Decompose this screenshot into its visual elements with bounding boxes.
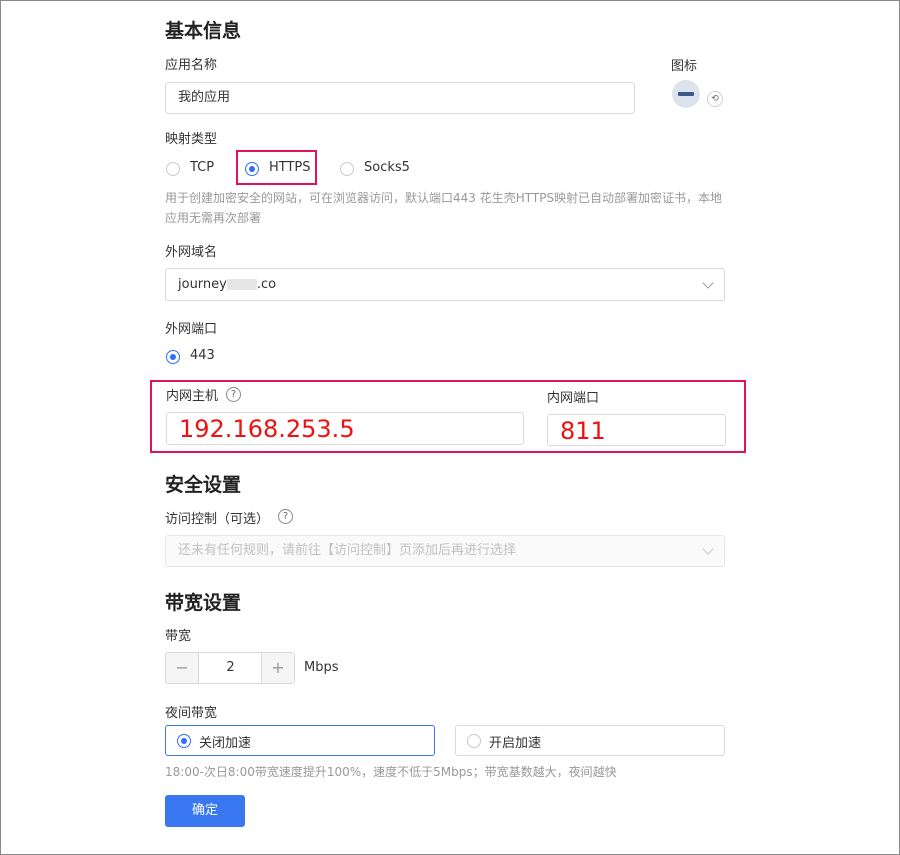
internal-host-label: 内网主机 [166, 389, 219, 404]
radio-socks5[interactable] [340, 162, 354, 176]
bandwidth-value-input[interactable]: 2 [199, 653, 262, 683]
mapping-type-label: 映射类型 [165, 132, 218, 147]
form-panel: 基本信息 应用名称 我的应用 图标 ⟲ 映射类型 TCP HTTPS Socks… [0, 0, 900, 855]
app-name-value: 我的应用 [178, 90, 231, 105]
help-icon[interactable]: ? [226, 387, 241, 402]
radio-night-on [467, 734, 481, 748]
access-control-select[interactable]: 还未有任何规则，请前往【访问控制】页添加后再进行选择 [165, 535, 725, 567]
radio-https[interactable] [245, 162, 259, 176]
radio-tcp[interactable] [166, 162, 180, 176]
radio-night-off [177, 734, 191, 748]
internal-host-value: 192.168.253.5 [179, 415, 355, 443]
internal-port-value: 811 [560, 417, 606, 445]
night-option-on[interactable]: 开启加速 [455, 725, 725, 756]
night-help-text: 18:00-次日8:00带宽速度提升100%，速度不低于5Mbps；带宽基数越大… [165, 765, 617, 779]
change-icon-icon[interactable]: ⟲ [707, 91, 723, 107]
domain-value: journey .co [178, 277, 277, 292]
chevron-down-icon [702, 276, 714, 289]
bandwidth-unit: Mbps [304, 660, 339, 675]
help-icon[interactable]: ? [278, 509, 293, 524]
icon-label: 图标 [671, 59, 698, 74]
access-control-label: 访问控制（可选） [165, 512, 270, 527]
night-option-off[interactable]: 关闭加速 [165, 725, 435, 756]
domain-label: 外网域名 [165, 245, 218, 260]
radio-tcp-label: TCP [190, 160, 215, 175]
section-heading-bandwidth: 带宽设置 [165, 592, 242, 614]
radio-port-443-label: 443 [190, 348, 215, 363]
app-icon-glyph [678, 92, 694, 96]
radio-https-label: HTTPS [269, 160, 311, 175]
bandwidth-stepper: − 2 + [165, 652, 295, 684]
increment-button[interactable]: + [261, 653, 294, 683]
redacted-block [226, 279, 257, 290]
mapping-help-text: 用于创建加密安全的网站，可在浏览器访问，默认端口443 花生壳HTTPS映射已自… [165, 191, 723, 225]
radio-socks5-label: Socks5 [364, 160, 410, 175]
decrement-button[interactable]: − [166, 653, 199, 683]
chevron-down-icon [702, 543, 714, 555]
bandwidth-label: 带宽 [165, 629, 192, 644]
app-name-label: 应用名称 [165, 58, 218, 73]
app-name-input[interactable]: 我的应用 [165, 82, 635, 114]
night-bandwidth-label: 夜间带宽 [165, 706, 218, 721]
internal-host-input[interactable]: 192.168.253.5 [166, 412, 524, 445]
section-heading-basic: 基本信息 [165, 20, 242, 42]
external-port-label: 外网端口 [165, 322, 218, 337]
night-option-off-label: 关闭加速 [199, 736, 252, 751]
internal-port-label: 内网端口 [547, 391, 600, 406]
app-icon[interactable] [672, 80, 700, 108]
night-option-on-label: 开启加速 [489, 736, 542, 751]
confirm-button[interactable]: 确定 [165, 795, 245, 827]
section-heading-security: 安全设置 [165, 474, 242, 496]
access-control-placeholder: 还未有任何规则，请前往【访问控制】页添加后再进行选择 [178, 543, 517, 558]
radio-port-443[interactable] [166, 350, 180, 364]
internal-port-input[interactable]: 811 [547, 414, 726, 446]
domain-select[interactable]: journey .co [165, 268, 725, 301]
